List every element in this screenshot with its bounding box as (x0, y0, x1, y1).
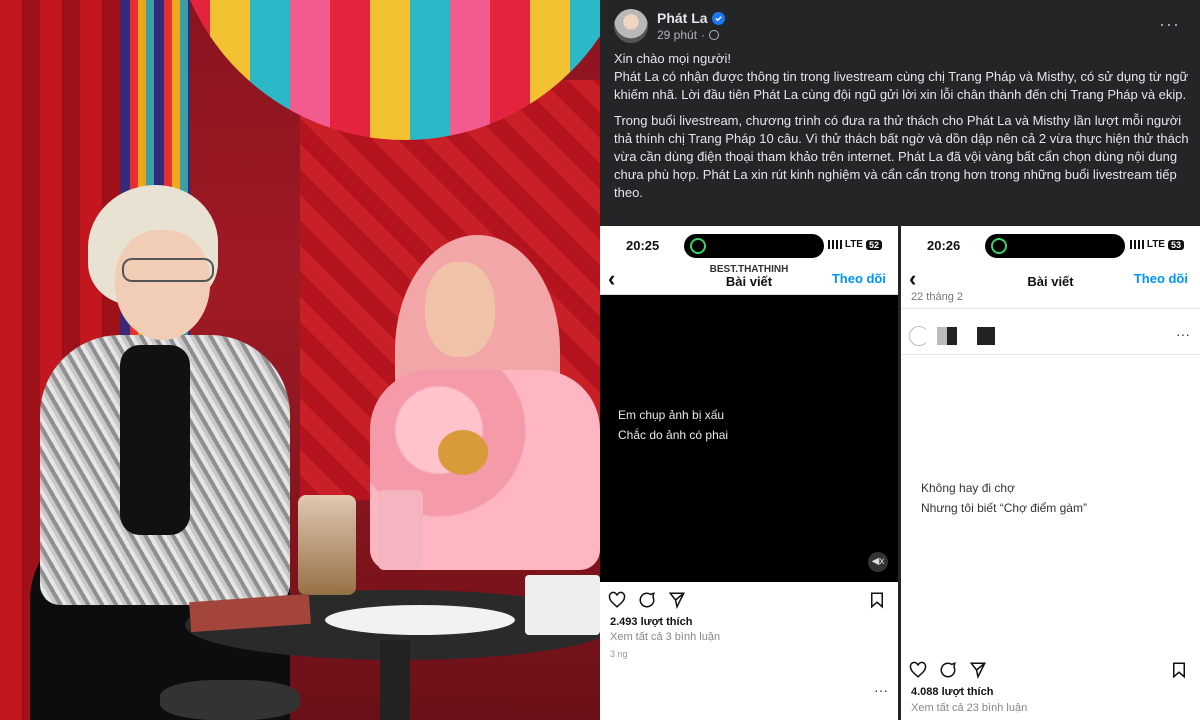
battery-icon: 53 (1167, 239, 1184, 250)
nav-bar: ‹ Bài viết Theo dõi (901, 264, 1200, 294)
bookmark-icon[interactable] (868, 591, 886, 609)
comment-icon[interactable] (638, 591, 656, 609)
post-date: 22 tháng 2 (911, 291, 963, 303)
caption-paragraph-1: Xin chào mọi người! Phát La có nhận được… (614, 51, 1189, 102)
share-icon[interactable] (969, 661, 987, 679)
heart-icon[interactable] (909, 661, 927, 679)
mute-icon[interactable]: ◀x (868, 552, 888, 572)
bookmark-icon[interactable] (1170, 661, 1188, 679)
snack-jar (298, 495, 356, 595)
media-line-2: Nhưng tôi biết “Chợ điểm gàm” (921, 501, 1087, 515)
instagram-screenshot-2[interactable]: 20:26 LTE 53 ‹ Bài viết Theo dõi 22 thán… (901, 226, 1200, 720)
avatar[interactable] (614, 9, 648, 43)
facebook-post: Phát La 29 phút · ··· Xin chào mọi người… (600, 0, 1200, 720)
plate (325, 605, 515, 635)
caption-paragraph-2: Trong buổi livestream, chương trình có đ… (614, 113, 1189, 200)
post-meta: 29 phút · (657, 28, 725, 42)
more-options-icon[interactable]: ··· (1176, 326, 1190, 342)
network-label: LTE (1146, 239, 1165, 250)
author-name[interactable]: Phát La (657, 10, 708, 26)
network-label: LTE (844, 239, 863, 250)
media-line-2: Chắc do ảnh có phai (618, 428, 729, 442)
verified-icon (711, 11, 725, 25)
signal-icon (827, 240, 842, 249)
like-count[interactable]: 2.493 lượt thích (610, 616, 692, 628)
status-indicators: LTE 52 (827, 239, 882, 250)
action-bar (909, 658, 1192, 682)
glasses (122, 258, 214, 282)
view-comments-link[interactable]: Xem tất cả 3 bình luận (610, 631, 720, 643)
action-bar (608, 588, 890, 612)
signal-icon (1129, 240, 1144, 249)
post-media[interactable]: Em chụp ảnh bị xấu Chắc do ảnh có phai ◀… (600, 295, 898, 582)
view-comments-link[interactable]: Xem tất cả 23 bình luận (911, 702, 1027, 714)
more-options-icon[interactable]: ··· (874, 682, 888, 698)
post-header: Phát La 29 phút · (614, 6, 725, 46)
media-line-1: Em chụp ảnh bị xấu (618, 408, 725, 422)
food-box (525, 575, 600, 635)
media-line-1: Không hay đi chợ (921, 481, 1015, 495)
redacted-block (977, 327, 995, 345)
livestream-photo (0, 0, 600, 720)
meta-separator: · (701, 28, 706, 42)
follow-button[interactable]: Theo dõi (832, 271, 886, 286)
author-block: Phát La 29 phút · (657, 10, 725, 42)
nav-bar: ‹ BEST.THATHINH Bài viết Theo dõi (600, 264, 898, 294)
post-media-text: Em chụp ảnh bị xấu Chắc do ảnh có phai (618, 405, 728, 445)
instagram-screenshot-1[interactable]: 20:25 LTE 52 ‹ BEST.THATHINH Bài viết Th… (600, 226, 898, 720)
battery-icon: 52 (865, 239, 882, 250)
woman-face (425, 262, 495, 357)
loading-avatar-icon (909, 326, 929, 346)
heart-icon[interactable] (608, 591, 626, 609)
link-icon (690, 238, 706, 254)
post-time[interactable]: 29 phút (657, 28, 697, 42)
man-face (115, 230, 210, 340)
divider (901, 308, 1200, 309)
dynamic-island (684, 234, 824, 258)
post-author-row (909, 324, 995, 348)
follow-button[interactable]: Theo dõi (1134, 271, 1188, 286)
status-time: 20:26 (927, 238, 961, 253)
dynamic-island (985, 234, 1125, 258)
status-time: 20:25 (626, 238, 660, 253)
more-options-icon[interactable]: ··· (1159, 14, 1180, 35)
like-count[interactable]: 4.088 lượt thích (911, 686, 993, 698)
post-caption: Xin chào mọi người! Phát La có nhận được… (614, 50, 1190, 210)
black-shirt (120, 345, 190, 535)
author-row: Phát La (657, 10, 725, 26)
globe-icon (709, 30, 720, 40)
link-icon (991, 238, 1007, 254)
stool (160, 680, 300, 720)
drink-cup (378, 490, 423, 570)
snack (438, 430, 488, 475)
table-leg (380, 640, 410, 720)
post-media-text[interactable]: Không hay đi chợ Nhưng tôi biết “Chợ điể… (921, 478, 1087, 518)
status-indicators: LTE 53 (1129, 239, 1184, 250)
redacted-block (937, 327, 957, 345)
post-age: 3 ng (610, 649, 628, 659)
share-icon[interactable] (668, 591, 686, 609)
divider (901, 354, 1200, 355)
comment-icon[interactable] (939, 661, 957, 679)
